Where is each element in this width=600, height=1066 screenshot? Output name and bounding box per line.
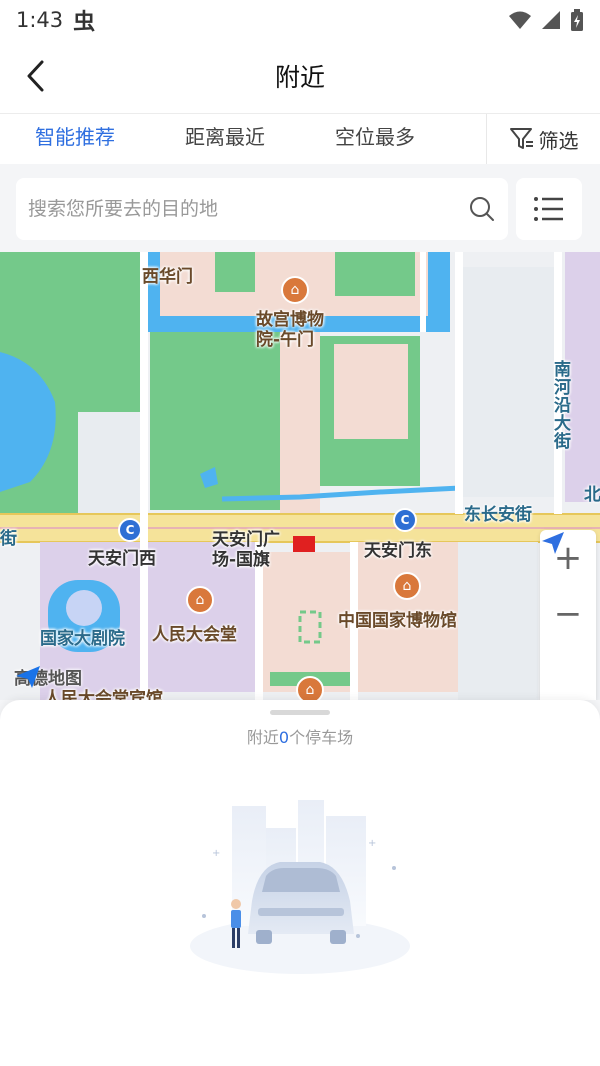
parking-count-text: 附近0个停车场 (0, 724, 600, 748)
header: 附近 (0, 40, 600, 114)
search-box (16, 178, 508, 240)
map-label-nanheyan[interactable]: 南河沿大街 (548, 360, 573, 450)
parking-list-sheet: 附近0个停车场 + + (0, 700, 600, 1066)
locate-button[interactable] (540, 532, 596, 700)
wifi-icon (509, 11, 531, 29)
svg-text:+: + (212, 848, 220, 859)
map-view[interactable]: 西华门 ⌂ 故宫博物院-午门 南河沿大街 东长安街 街 北 C C 天安门西 天… (0, 252, 600, 700)
search-input[interactable] (28, 198, 468, 220)
national-museum-pin-icon[interactable]: ⌂ (393, 572, 421, 600)
filter-icon (509, 128, 533, 149)
signal-icon (542, 11, 560, 29)
list-icon (534, 197, 563, 221)
amap-logo: 高德地图 (14, 664, 82, 689)
svg-text:+: + (368, 838, 376, 849)
great-hall-pin-icon[interactable]: ⌂ (186, 586, 214, 614)
map-label-great-hall[interactable]: 人民大会堂 (152, 620, 237, 645)
status-bar: 1:43 虫 (0, 0, 600, 40)
map-label-xihuamen[interactable]: 西华门 (142, 262, 193, 287)
filter-label: 筛选 (538, 128, 579, 153)
count-prefix: 附近 (246, 728, 279, 747)
map-label-national-museum[interactable]: 中国国家博物馆 (338, 606, 457, 631)
tab-nearest[interactable]: 距离最近 (150, 114, 300, 164)
search-icon[interactable] (468, 195, 496, 223)
battery-icon (571, 9, 583, 31)
map-label-dongchangan[interactable]: 东长安街 (464, 500, 532, 525)
empty-parking-illustration: + + (190, 800, 410, 974)
zoom-controls: + − (540, 530, 596, 700)
status-icons (508, 9, 584, 31)
map-label-tiananmen-west[interactable]: 天安门西 (88, 544, 156, 569)
tab-most-spaces[interactable]: 空位最多 (300, 114, 450, 164)
metro-station-icon[interactable]: C (393, 508, 417, 532)
list-view-button[interactable] (516, 178, 582, 240)
tab-smart-recommend[interactable]: 智能推荐 (0, 114, 150, 164)
map-label-tiananmen-east[interactable]: 天安门东 (364, 536, 432, 561)
page-title: 附近 (274, 63, 325, 92)
amap-logo-icon (16, 666, 40, 688)
zoom-out-button[interactable]: − (540, 586, 596, 642)
debug-bug-icon: 虫 (73, 10, 96, 35)
flag-icon (293, 536, 315, 552)
poi-pin-icon[interactable]: ⌂ (296, 676, 324, 700)
count-suffix: 个停车场 (289, 728, 354, 747)
sheet-drag-handle[interactable] (270, 710, 330, 715)
search-row (0, 164, 600, 252)
map-label-jie[interactable]: 街 (0, 524, 17, 549)
map-label-gugong[interactable]: 故宫博物院-午门 (256, 310, 336, 350)
status-time: 1:43 (16, 8, 64, 32)
screen: 1:43 虫 附近 智能推荐 距离最近 空位最多 筛选 搜索您所要去的目的地 西… (0, 0, 600, 1066)
metro-station-icon[interactable]: C (118, 518, 142, 542)
filter-button[interactable]: 筛选 (486, 114, 600, 164)
sort-tabs: 智能推荐 距离最近 空位最多 筛选 (0, 114, 600, 164)
map-label-bei[interactable]: 北 (584, 480, 600, 505)
parking-count: 0 (278, 728, 290, 747)
museum-pin-icon[interactable]: ⌂ (281, 276, 309, 304)
locate-arrow-icon (542, 532, 564, 554)
map-label-tiananmen-square[interactable]: 天安门广场-国旗 (212, 530, 292, 570)
map-label-national-theater[interactable]: 国家大剧院 (40, 624, 125, 649)
